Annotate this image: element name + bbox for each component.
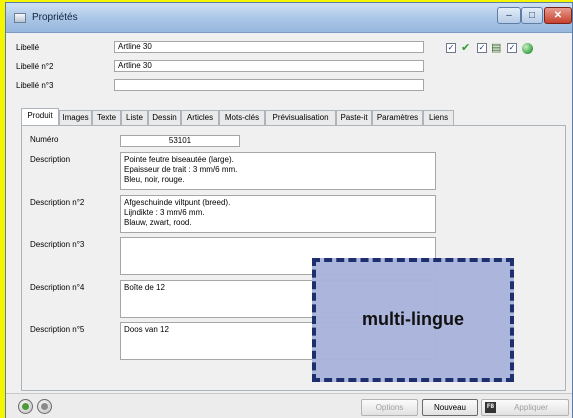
description3-label: Description n°3	[30, 240, 85, 249]
tab-produit[interactable]: Produit	[21, 108, 59, 125]
option-checkbox-2[interactable]: ✓	[477, 43, 487, 53]
options-button[interactable]: Options	[361, 399, 418, 416]
tab-mots-cles[interactable]: Mots-clés	[219, 110, 265, 125]
libelle3-label: Libellé n°3	[16, 81, 54, 90]
bottom-toolbar: Options Nouveau F8 Appliquer	[6, 393, 572, 418]
previous-record-button[interactable]	[18, 399, 33, 414]
description-line: Bleu, noir, rouge.	[124, 175, 185, 184]
f8-key-badge: F8	[485, 402, 496, 413]
libelle-label: Libellé	[16, 43, 40, 52]
option-checkbox-3[interactable]: ✓	[507, 43, 517, 53]
nouveau-button[interactable]: Nouveau	[422, 399, 478, 416]
description2-line: Blauw, zwart, rood.	[124, 218, 192, 227]
tab-parametres[interactable]: Paramètres	[372, 110, 423, 125]
next-record-button[interactable]	[37, 399, 52, 414]
description2-label: Description n°2	[30, 198, 85, 207]
description-label: Description	[30, 155, 71, 164]
tab-liste[interactable]: Liste	[121, 110, 148, 125]
window-title: Propriétés	[32, 12, 78, 23]
description-line: Epaisseur de trait : 3 mm/6 mm.	[124, 165, 238, 174]
appliquer-label: Appliquer	[514, 403, 548, 412]
tab-images[interactable]: Images	[59, 110, 92, 125]
description5-label: Description n°5	[30, 325, 85, 334]
tab-dessin[interactable]: Dessin	[148, 110, 181, 125]
tab-liens[interactable]: Liens	[423, 110, 454, 125]
description2-textarea[interactable]: Afgeschuinde viltpunt (breed). Lijndikte…	[120, 195, 436, 233]
numero-input[interactable]: 53101	[120, 135, 240, 147]
description4-label: Description n°4	[30, 283, 85, 292]
option-checkbox-1[interactable]: ✓	[446, 43, 456, 53]
callout-text: multi-lingue	[362, 309, 464, 329]
description2-line: Afgeschuinde viltpunt (breed).	[124, 198, 231, 207]
libelle-input[interactable]: Artline 30	[114, 41, 424, 53]
app-icon	[14, 13, 26, 23]
green-check-icon[interactable]: ✔	[461, 42, 470, 54]
close-button[interactable]: ✕	[544, 7, 572, 24]
appliquer-button[interactable]: F8 Appliquer	[481, 399, 569, 416]
globe-icon[interactable]	[522, 43, 533, 54]
tab-articles[interactable]: Articles	[181, 110, 219, 125]
tab-previsualisation[interactable]: Prévisualisation	[265, 110, 336, 125]
libelle3-input[interactable]	[114, 79, 424, 91]
libelle2-label: Libellé n°2	[16, 62, 54, 71]
title-bar[interactable]: Propriétés – □ ✕	[6, 3, 572, 33]
tab-texte[interactable]: Texte	[92, 110, 121, 125]
tab-paste-it[interactable]: Paste-it	[336, 110, 372, 125]
list-icon[interactable]: ▤	[491, 42, 501, 54]
numero-label: Numéro	[30, 135, 59, 144]
multilingual-callout: multi-lingue	[312, 258, 514, 382]
minimize-button[interactable]: –	[497, 7, 521, 24]
libelle2-input[interactable]: Artline 30	[114, 60, 424, 72]
description2-line: Lijndikte : 3 mm/6 mm.	[124, 208, 205, 217]
description-textarea[interactable]: Pointe feutre biseautée (large). Epaisse…	[120, 152, 436, 190]
maximize-button[interactable]: □	[521, 7, 543, 24]
description-line: Pointe feutre biseautée (large).	[124, 155, 234, 164]
